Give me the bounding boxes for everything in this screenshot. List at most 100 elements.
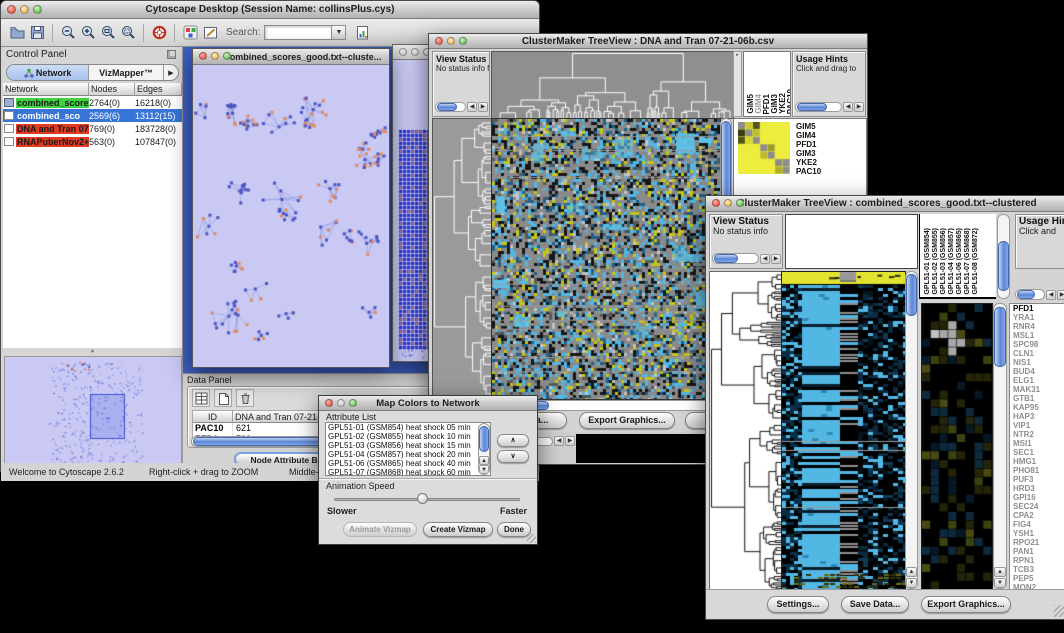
close-icon[interactable] [325,399,333,407]
attribute-item[interactable]: GPL51-06 (GSM865) heat shock 40 min [326,459,490,468]
attribute-item[interactable]: GPL51-04 (GSM857) heat shock 20 min [326,450,490,459]
treeview1-titlebar[interactable]: ClusterMaker TreeView : DNA and Tran 07-… [429,34,867,49]
column-header-edges[interactable]: Edges [135,83,182,96]
lifering-help-icon[interactable] [149,23,169,43]
scroll-down-icon[interactable]: ▼ [906,578,917,588]
gene-label[interactable]: HAP3 [1013,412,1064,421]
column-label[interactable]: GPL51-06 (GSM865) [956,228,964,295]
view-status-hscrollbar[interactable]: ◀▶ [712,253,781,264]
zoom-window-icon[interactable] [459,37,467,45]
gene-label[interactable]: HMG1 [1013,457,1064,466]
column-label[interactable]: GPL51-08 (GSM872) [972,228,980,295]
treeview2-detail-vscrollbar[interactable]: ▲ ▼ [993,303,1007,589]
zoom-fit-icon[interactable] [118,23,138,43]
save-data-button[interactable]: Save Data... [841,596,909,613]
gene-label[interactable]: NTR2 [1013,430,1064,439]
column-header-network[interactable]: Network [3,83,89,96]
scroll-up-icon[interactable]: ▲ [479,456,489,465]
panel-splitter[interactable]: ● [3,348,182,356]
gene-label[interactable]: ELG1 [1013,376,1064,385]
attribute-table-icon[interactable] [192,389,210,407]
gene-label[interactable]: BUD4 [1013,367,1064,376]
column-label[interactable]: GPL51-03 (GSM856) [940,228,948,295]
attribute-item[interactable]: GPL51-07 (GSM868) heat shock 60 min [326,468,490,476]
network-row[interactable]: combined_sco 2569(6) 13112(15) [3,109,182,122]
scrollbar-thumb[interactable] [906,274,917,316]
tab-overflow-icon[interactable]: ▶ [164,65,178,80]
attribute-browser-icon[interactable] [352,23,372,43]
column-header-nodes[interactable]: Nodes [89,83,135,96]
treeview2-titlebar[interactable]: ClusterMaker TreeView : combined_scores_… [706,196,1064,212]
gene-label[interactable]: TCB3 [1013,565,1064,574]
close-icon[interactable] [435,37,443,45]
scrollbar-thumb[interactable] [1017,290,1035,299]
resize-grip[interactable] [527,534,536,543]
gene-label[interactable]: CLN1 [1013,349,1064,358]
save-icon[interactable] [27,23,47,43]
attribute-list-vscrollbar[interactable]: ▲ ▼ [478,423,490,475]
gene-label[interactable]: SPC98 [1013,340,1064,349]
gene-label[interactable]: PAN1 [1013,547,1064,556]
network-window-1-titlebar[interactable]: combined_scores_good.txt--cluste... [193,49,389,65]
row-label[interactable]: PAC10 [796,167,862,176]
treeview1-column-dendrogram[interactable] [491,51,734,119]
minimize-icon[interactable] [20,5,29,14]
gene-label[interactable]: MSL1 [1013,331,1064,340]
zoom-window-icon[interactable] [223,52,231,60]
scrollbar-thumb[interactable] [479,426,489,452]
create-vizmap-button[interactable]: Create Vizmap [423,522,493,537]
scrollbar-thumb[interactable] [998,241,1009,291]
row-label[interactable]: GIM3 [796,149,862,158]
gene-label[interactable]: SEC24 [1013,502,1064,511]
minimize-icon[interactable] [337,399,345,407]
animate-vizmap-button[interactable]: Animate Vizmap [343,522,417,537]
zoom-window-icon[interactable] [33,5,42,14]
gene-label[interactable]: VIP1 [1013,421,1064,430]
tab-vizmapper[interactable]: VizMapper™ [89,65,164,80]
resize-grip[interactable] [1054,605,1064,617]
gene-label[interactable]: HRD3 [1013,484,1064,493]
row-label[interactable]: GIM4 [796,131,862,140]
zoom-in-icon[interactable] [78,23,98,43]
zoom-window-icon[interactable] [736,199,744,207]
treeview2-global-heatmap[interactable] [781,271,906,591]
gene-label[interactable]: RPO21 [1013,538,1064,547]
zoom-out-icon[interactable] [58,23,78,43]
gene-label[interactable]: FIG4 [1013,520,1064,529]
network-view[interactable] [193,65,389,367]
column-label[interactable]: PAC10 [787,89,791,114]
network-row[interactable]: DNA and Tran 07 769(0) 183728(0) [3,122,182,135]
attribute-item[interactable]: GPL51-01 (GSM854) heat shock 05 min [326,423,490,432]
zoom-selected-icon[interactable] [98,23,118,43]
row-label[interactable]: YKE2 [796,158,862,167]
scroll-up-icon[interactable]: ▲ [994,567,1006,577]
view-status-hscrollbar[interactable]: ◀▶ [435,102,488,112]
move-up-button[interactable]: ∧ [497,434,529,447]
dialog-titlebar[interactable]: Map Colors to Network [319,396,537,411]
vizmapper-icon[interactable] [180,23,200,43]
row-label[interactable]: PFD1 [796,140,862,149]
scroll-right-icon[interactable]: ▶ [854,102,864,112]
mini-hscrollbar[interactable]: ◀▶ [533,436,575,446]
column-label[interactable]: GPL51-07 (GSM868) [964,228,972,295]
gene-label[interactable]: YSH1 [1013,529,1064,538]
settings-button[interactable]: Settings... [767,596,829,613]
usage-hints-hscrollbar[interactable]: ◀▶ [1015,289,1064,300]
id-column-header[interactable]: ID [193,411,233,423]
scroll-left-icon[interactable]: ◀ [1046,290,1056,300]
gene-label[interactable]: RPN1 [1013,556,1064,565]
minimize-icon[interactable] [211,52,219,60]
open-file-icon[interactable] [7,23,27,43]
move-down-button[interactable]: ∨ [497,450,529,463]
row-label[interactable]: GIM5 [796,122,862,131]
search-dropdown-icon[interactable]: ▼ [332,25,346,40]
treeview1-global-heatmap[interactable] [491,118,721,400]
column-label[interactable]: GPL51-01 (GSM854) [924,228,932,295]
column-label[interactable]: GPL51-02 (GSM855) [932,228,940,295]
network-row[interactable]: combined_scores_ 2764(0) 16218(0) [3,96,182,109]
gene-label[interactable]: PUF3 [1013,475,1064,484]
done-button[interactable]: Done [497,522,531,537]
attribute-item[interactable]: GPL51-02 (GSM855) heat shock 10 min [326,432,490,441]
treeview2-row-dendrogram[interactable] [709,271,783,591]
treeview2-detail-heatmap[interactable] [921,303,993,591]
